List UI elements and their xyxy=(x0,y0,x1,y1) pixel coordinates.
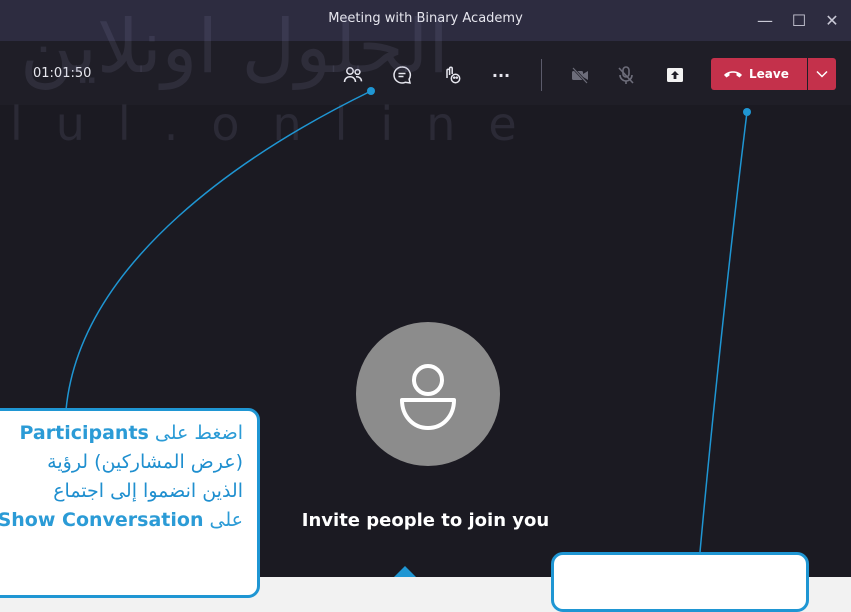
callout-participants: اضغط على Participants (عرض المشاركين) لر… xyxy=(0,408,260,598)
callout-line-4: على Show Conversation xyxy=(0,509,243,531)
callout-pointer xyxy=(394,566,416,577)
callout-line-2: (عرض المشاركين) لرؤية xyxy=(47,451,243,473)
callout-line-1: اضغط على Participants xyxy=(19,422,243,444)
callout-leave xyxy=(551,552,809,612)
callout-line-3: الذين انضموا إلى اجتماع xyxy=(53,480,243,502)
